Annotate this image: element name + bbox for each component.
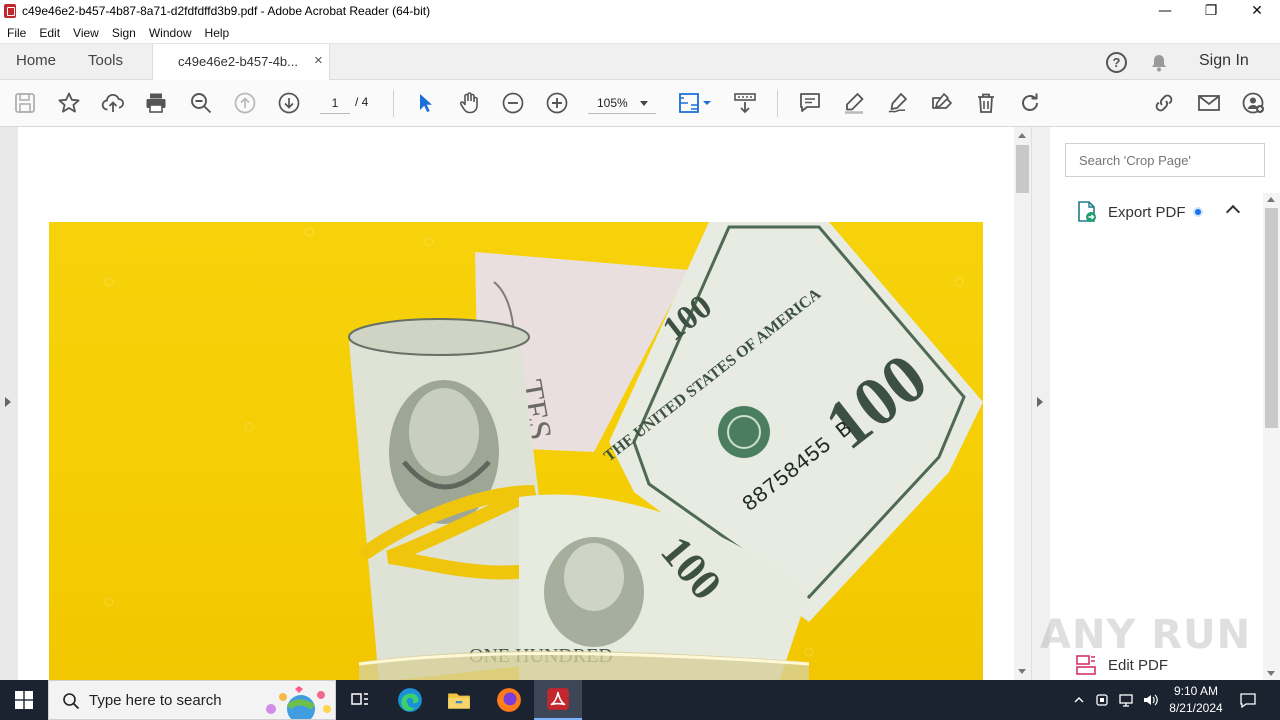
firefox-icon[interactable] <box>485 680 533 720</box>
volume-icon[interactable] <box>1140 680 1160 720</box>
tools-pane: Export PDF <box>1050 127 1280 680</box>
tools-pane-scrollbar[interactable] <box>1263 193 1280 680</box>
zoom-level-select[interactable]: 105% <box>588 92 656 114</box>
search-icon <box>62 692 80 710</box>
help-icon[interactable]: ? <box>1106 52 1127 73</box>
export-pdf-label: Export PDF <box>1108 204 1186 221</box>
tab-document-label: c49e46e2-b457-4b... <box>178 54 298 69</box>
new-badge-icon <box>1193 207 1203 217</box>
print-icon[interactable] <box>144 91 168 115</box>
menu-view[interactable]: View <box>67 26 105 40</box>
title-bar: c49e46e2-b457-4b87-8a71-d2fdfdffd3b9.pdf… <box>0 0 1280 22</box>
save-icon[interactable] <box>13 91 37 115</box>
zoom-minus-icon[interactable] <box>501 91 525 115</box>
zoom-plus-icon[interactable] <box>545 91 569 115</box>
select-cursor-icon[interactable] <box>413 91 437 115</box>
tab-bar: Home Tools c49e46e2-b457-4b... × ? Sign … <box>0 43 1280 81</box>
star-icon[interactable] <box>57 91 81 115</box>
menu-window[interactable]: Window <box>143 26 198 40</box>
money-photo: TES 100 100 88758455 B THE UNITED STATES… <box>49 222 983 680</box>
email-icon[interactable] <box>1197 91 1221 115</box>
window-controls: — ❐ ✕ <box>1142 0 1280 22</box>
menu-bar: File Edit View Sign Window Help <box>0 22 1280 43</box>
tab-home[interactable]: Home <box>16 52 56 69</box>
taskbar-search[interactable]: Type here to search <box>48 680 336 720</box>
tools-search-input[interactable] <box>1065 143 1265 177</box>
sign-in-button[interactable]: Sign In <box>1199 52 1249 70</box>
scroll-up-icon[interactable] <box>1018 133 1026 138</box>
tab-tools[interactable]: Tools <box>88 52 123 69</box>
clock-date: 8/21/2024 <box>1169 701 1223 715</box>
add-user-icon[interactable] <box>1241 91 1265 115</box>
page-total-label: / 4 <box>355 95 369 109</box>
dollar-bills-illustration: TES 100 100 88758455 B THE UNITED STATES… <box>104 222 983 680</box>
notification-center-icon[interactable] <box>1234 680 1262 720</box>
windows-logo-icon <box>15 691 33 709</box>
scroll-down-icon[interactable] <box>1267 671 1275 676</box>
main-toolbar: 1 / 4 105% <box>0 80 1280 127</box>
highlight-icon[interactable] <box>842 91 866 115</box>
delete-icon[interactable] <box>974 91 998 115</box>
tray-overflow-chevron-icon[interactable] <box>1069 680 1089 720</box>
acrobat-taskbar-icon[interactable] <box>534 680 582 720</box>
menu-file[interactable]: File <box>1 26 32 40</box>
rotate-icon[interactable] <box>1018 91 1042 115</box>
taskbar-search-placeholder: Type here to search <box>89 692 222 709</box>
windows-taskbar: Type here to search 9:10 AM 8/21/2024 <box>0 680 1280 720</box>
draw-icon[interactable] <box>886 91 910 115</box>
tab-document[interactable]: c49e46e2-b457-4b... × <box>152 44 330 81</box>
toolbar-divider <box>777 90 778 117</box>
file-explorer-icon[interactable] <box>435 680 483 720</box>
document-viewport[interactable]: TES 100 100 88758455 B THE UNITED STATES… <box>0 127 1014 680</box>
window-title: c49e46e2-b457-4b87-8a71-d2fdfdffd3b9.pdf… <box>22 4 431 18</box>
close-window-button[interactable]: ✕ <box>1234 0 1280 22</box>
hand-icon[interactable] <box>457 91 481 115</box>
task-view-icon[interactable] <box>336 680 384 720</box>
menu-sign[interactable]: Sign <box>106 26 142 40</box>
document-scrollbar[interactable] <box>1014 127 1031 680</box>
export-pdf-item[interactable]: Export PDF <box>1050 193 1265 231</box>
system-clock[interactable]: 9:10 AM 8/21/2024 <box>1160 683 1232 717</box>
comment-icon[interactable] <box>798 91 822 115</box>
scrollbar-thumb[interactable] <box>1016 145 1029 193</box>
right-panel-toggle-icon[interactable] <box>1037 397 1043 407</box>
left-panel-toggle-icon[interactable] <box>5 397 11 407</box>
export-pdf-icon <box>1076 201 1098 223</box>
network-icon[interactable] <box>1116 680 1136 720</box>
upload-icon[interactable] <box>101 91 125 115</box>
zoom-level-value: 105% <box>597 96 628 110</box>
zoom-out-icon[interactable] <box>189 91 213 115</box>
menu-edit[interactable]: Edit <box>33 26 66 40</box>
menu-help[interactable]: Help <box>199 26 236 40</box>
minimize-button[interactable]: — <box>1142 0 1188 22</box>
tab-close-icon[interactable]: × <box>314 52 323 69</box>
edge-browser-icon[interactable] <box>386 680 434 720</box>
notification-bell-icon[interactable] <box>1150 54 1168 72</box>
scroll-mode-icon[interactable] <box>733 91 757 115</box>
acrobat-app-icon <box>4 4 16 18</box>
pdf-page[interactable]: TES 100 100 88758455 B THE UNITED STATES… <box>18 127 1014 680</box>
chevron-up-icon[interactable] <box>1225 204 1241 220</box>
scroll-down-icon[interactable] <box>1018 669 1026 674</box>
search-highlight-icon <box>261 683 333 720</box>
maximize-button[interactable]: ❐ <box>1188 0 1234 22</box>
clock-time: 9:10 AM <box>1173 684 1219 698</box>
chevron-down-icon <box>640 101 648 106</box>
page-number-input[interactable]: 1 <box>320 92 350 114</box>
fit-page-icon[interactable] <box>677 91 713 115</box>
page-up-icon[interactable] <box>233 91 257 115</box>
page-down-icon[interactable] <box>277 91 301 115</box>
link-icon[interactable] <box>1152 91 1176 115</box>
scroll-up-icon[interactable] <box>1267 197 1275 202</box>
scrollbar-thumb[interactable] <box>1265 208 1278 428</box>
start-button[interactable] <box>0 680 48 720</box>
fill-sign-icon[interactable] <box>930 91 954 115</box>
anyrun-watermark: ANY RUN <box>1040 612 1252 658</box>
tray-device-icon[interactable] <box>1092 680 1112 720</box>
toolbar-divider <box>393 90 394 117</box>
acrobat-window: c49e46e2-b457-4b87-8a71-d2fdfdffd3b9.pdf… <box>0 0 1280 720</box>
